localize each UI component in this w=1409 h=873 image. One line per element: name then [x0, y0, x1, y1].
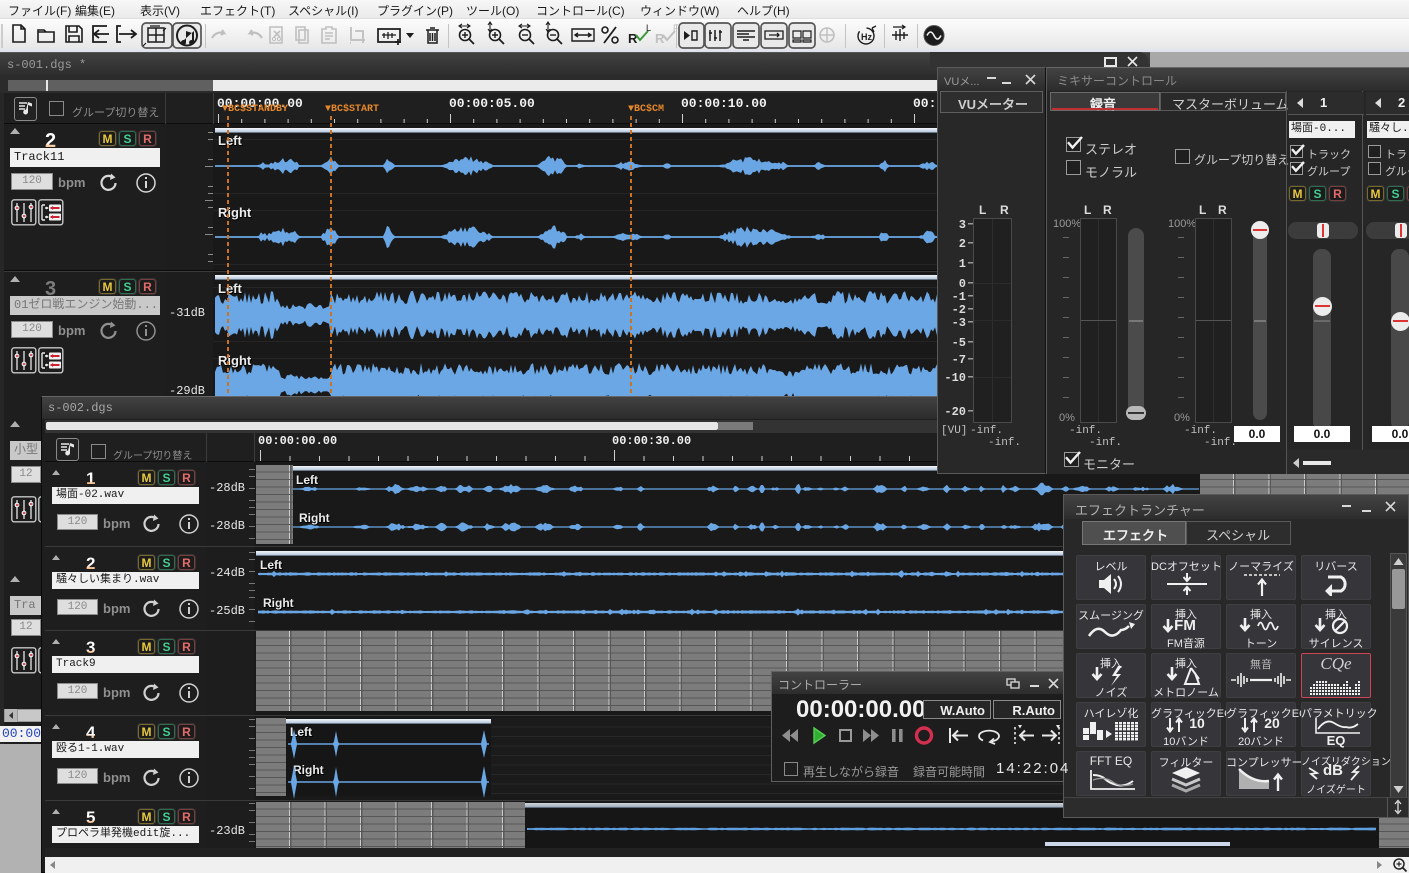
- svg-text:Hz: Hz: [861, 32, 872, 42]
- svg-text:-7: -7: [952, 353, 966, 367]
- svg-text:L: L: [646, 23, 651, 33]
- svg-text:-1: -1: [952, 290, 966, 304]
- svg-text:3: 3: [959, 218, 966, 232]
- svg-text:1: 1: [959, 257, 966, 271]
- svg-text:-3: -3: [952, 316, 966, 330]
- svg-text:-10: -10: [944, 371, 966, 385]
- svg-text:0: 0: [959, 277, 966, 291]
- svg-text:2: 2: [959, 237, 966, 251]
- svg-text:R: R: [655, 31, 665, 46]
- svg-text:-2: -2: [952, 303, 966, 317]
- svg-text:-5: -5: [952, 336, 966, 350]
- svg-text:R: R: [628, 31, 638, 46]
- svg-text:-20: -20: [944, 405, 966, 419]
